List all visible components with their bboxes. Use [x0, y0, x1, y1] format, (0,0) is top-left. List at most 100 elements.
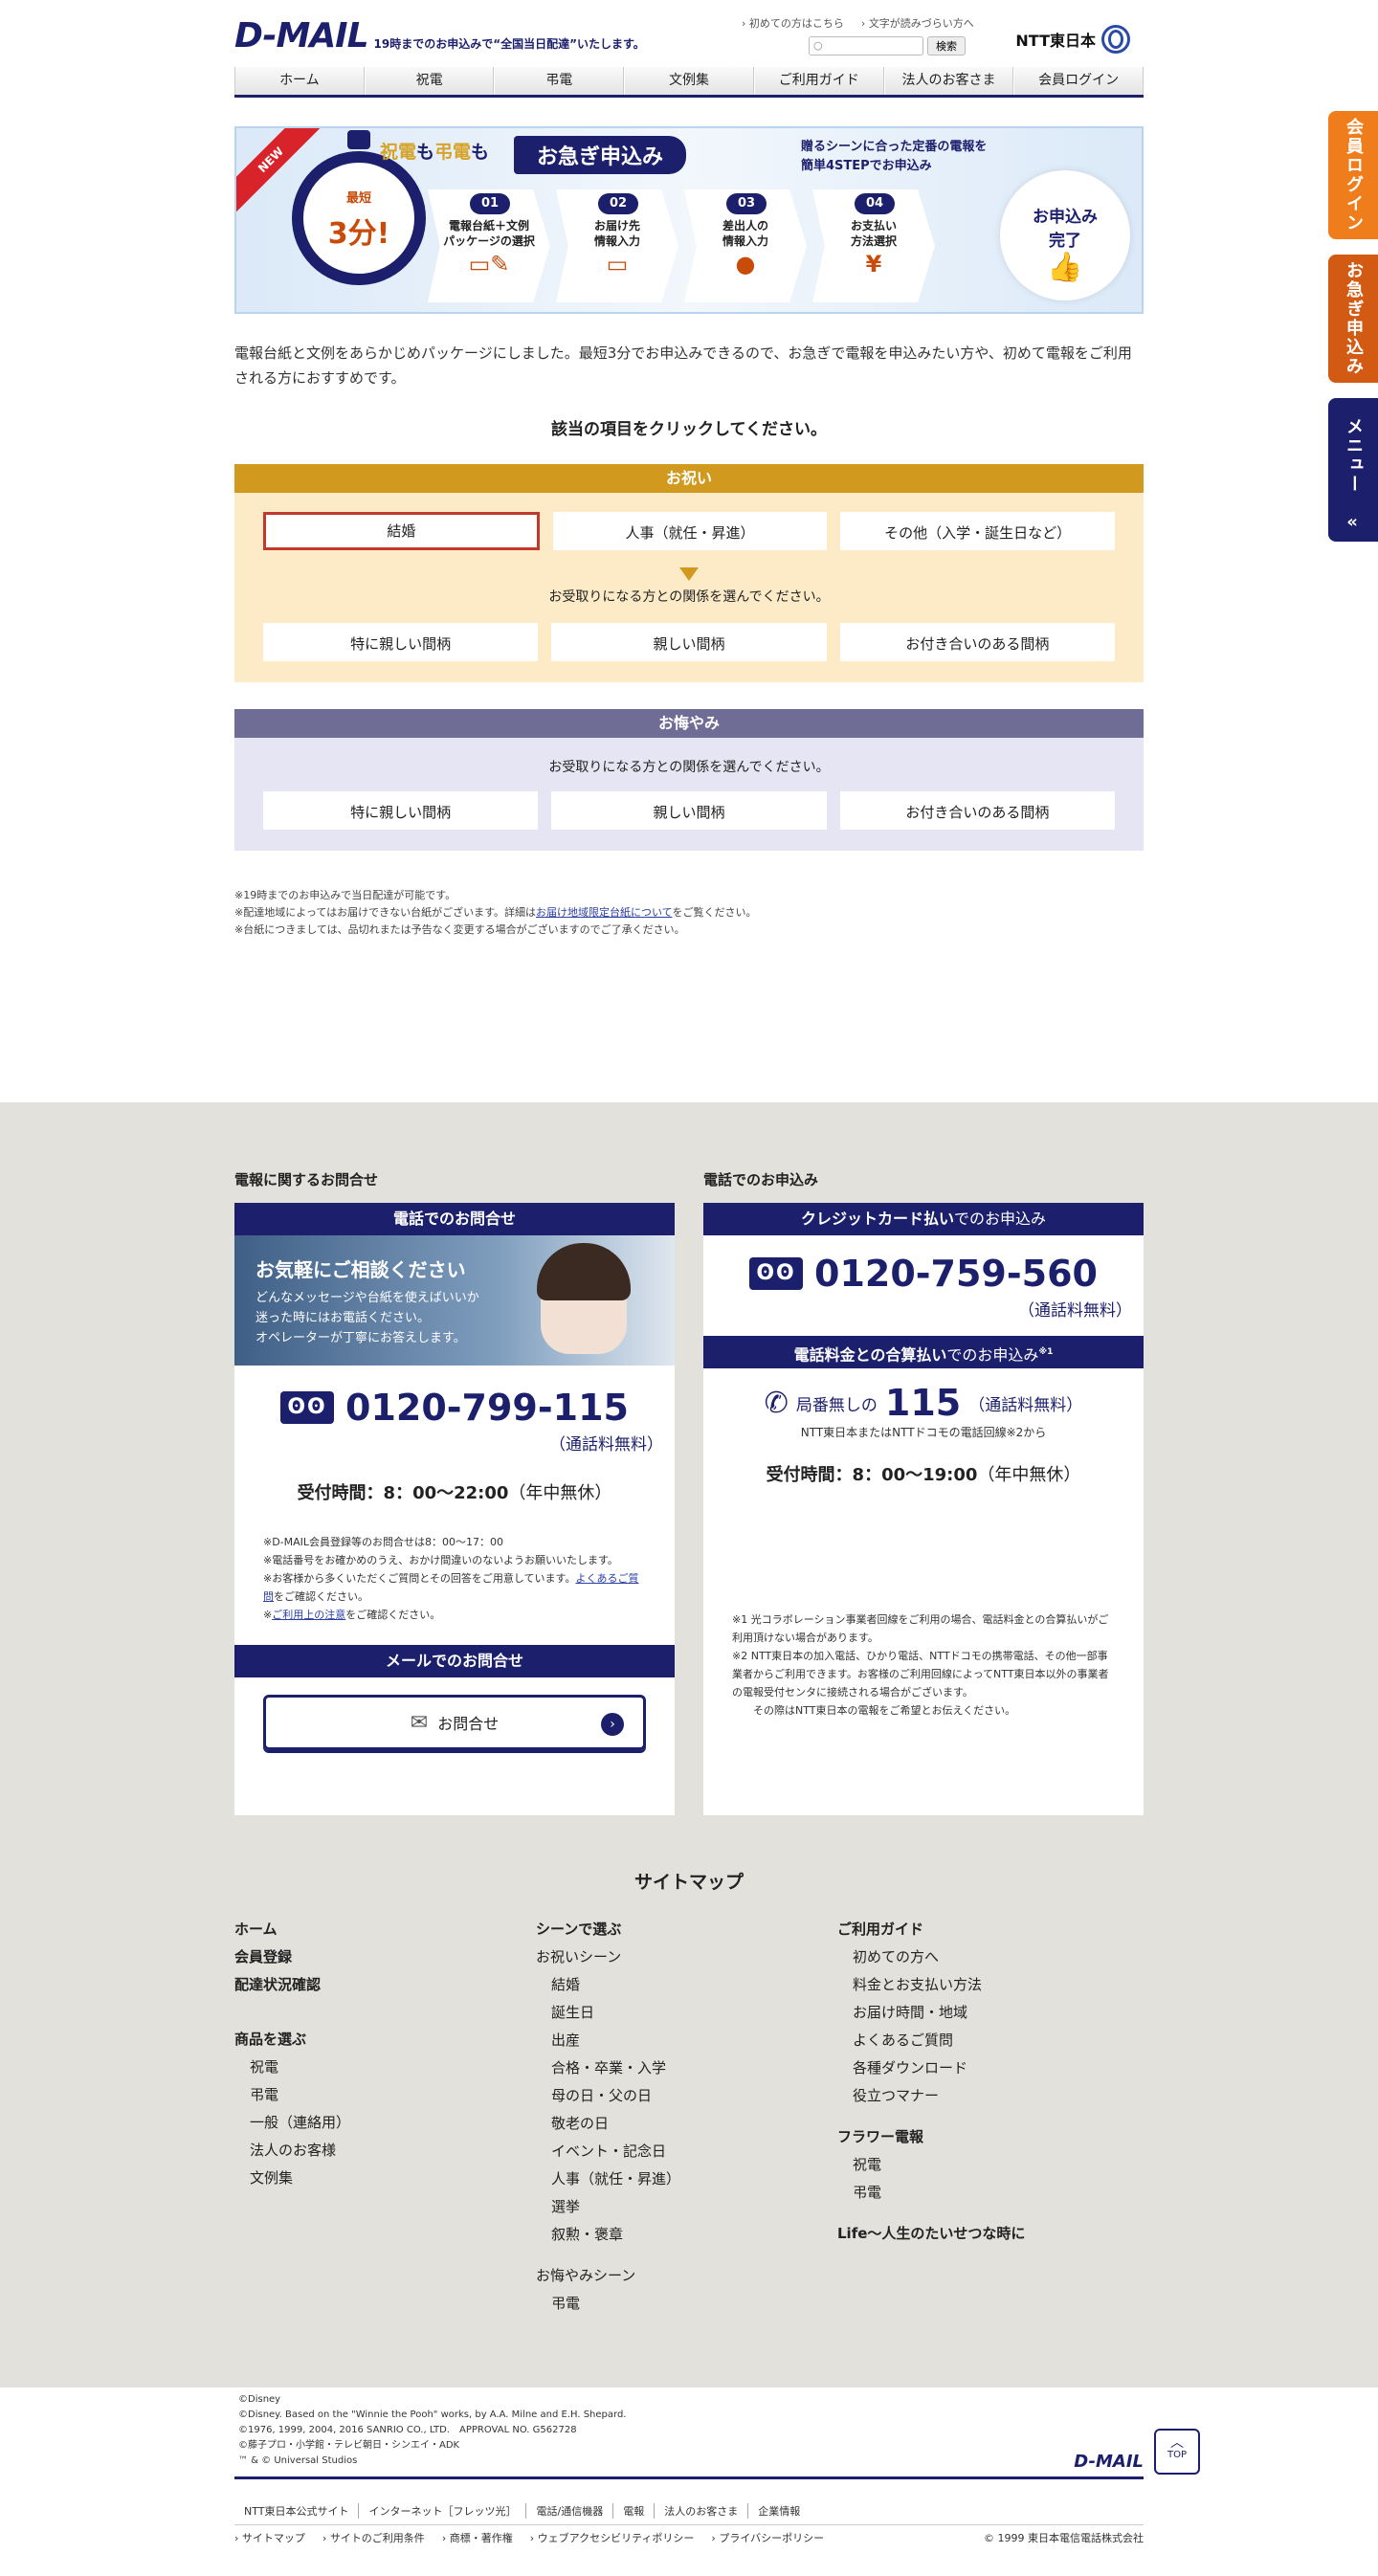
- sitemap-link[interactable]: 役立つマナー: [837, 2082, 1139, 2110]
- sitemap-link[interactable]: よくあるご質問: [837, 2027, 1139, 2054]
- first-time-link[interactable]: 初めての方はこちら: [742, 15, 844, 31]
- footer-link[interactable]: インターネット［フレッツ光］: [359, 2503, 527, 2519]
- readability-link[interactable]: 文字が読みづらい方へ: [861, 15, 974, 31]
- footer-rule: [234, 2476, 1144, 2479]
- sitemap-link[interactable]: 料金とお支払い方法: [837, 1971, 1139, 1999]
- phone-115[interactable]: 115: [885, 1382, 961, 1424]
- sitemap-celebration-scenes[interactable]: お祝いシーン: [536, 1943, 837, 1971]
- footer-link[interactable]: サイトマップ: [234, 2530, 305, 2545]
- footer-logo[interactable]: D-MAIL: [1074, 2452, 1144, 2472]
- sitemap-life[interactable]: Life〜人生のたいせつな時に: [837, 2220, 1139, 2248]
- relation-close[interactable]: 親しい間柄: [551, 623, 827, 661]
- sitemap-scenes[interactable]: シーンで選ぶ: [536, 1916, 837, 1943]
- sitemap-link[interactable]: お届け時間・地域: [837, 1999, 1139, 2027]
- sitemap-link[interactable]: イベント・記念日: [536, 2138, 837, 2165]
- footer-link[interactable]: サイトのご利用条件: [322, 2530, 425, 2545]
- sitemap-link[interactable]: 母の日・父の日: [536, 2082, 837, 2110]
- credit-card-heading: クレジットカード払いでのお申込み: [703, 1203, 1144, 1235]
- sitemap-link[interactable]: 祝電: [234, 2054, 536, 2081]
- nav-congratulation[interactable]: 祝電: [364, 67, 495, 95]
- option-promotion[interactable]: 人事（就任・昇進）: [552, 512, 828, 550]
- sitemap-link[interactable]: 文例集: [234, 2165, 536, 2192]
- sitemap-link[interactable]: 合格・卒業・入学: [536, 2054, 837, 2082]
- back-to-top-button[interactable]: ︿ TOP: [1154, 2429, 1200, 2475]
- logo-tagline: 19時までのお申込みで“全国当日配達”いたします。: [373, 37, 645, 51]
- footer-link[interactable]: NTT東日本公式サイト: [234, 2503, 360, 2519]
- sitemap-link[interactable]: 弔電: [536, 2290, 837, 2318]
- sitemap-guide[interactable]: ご利用ガイド: [837, 1916, 1139, 1943]
- footer-link[interactable]: 法人のお客さま: [655, 2503, 749, 2519]
- person-icon: ●: [735, 251, 756, 278]
- nav-condolence[interactable]: 弔電: [494, 67, 625, 95]
- condolence-relations: 特に親しい間柄 親しい間柄 お付き合いのある間柄: [263, 791, 1115, 830]
- inquiry-panel: 電話でのお問合せ お気軽にご相談ください どんなメッセージや台紙を使えばいいか …: [234, 1203, 675, 1815]
- sitemap-register[interactable]: 会員登録: [234, 1943, 536, 1971]
- relation-prompt: お受取りになる方との関係を選んでください。: [548, 589, 830, 605]
- footer-link[interactable]: ウェブアクセシビリティポリシー: [530, 2530, 695, 2545]
- sitemap-link[interactable]: 祝電: [837, 2151, 1139, 2179]
- nav-member-login[interactable]: 会員ログイン: [1013, 67, 1145, 95]
- dmail-logo[interactable]: D-MAIL 19時までのお申込みで“全国当日配達”いたします。: [234, 17, 645, 56]
- note-1: ※19時までのお申込みで当日配達が可能です。: [234, 889, 456, 901]
- footer-link[interactable]: 商標・著作権: [442, 2530, 513, 2545]
- footer-link[interactable]: 企業情報: [748, 2503, 810, 2519]
- step-2: 02 お届け先 情報入力 ▭: [556, 189, 678, 302]
- credit-order-number[interactable]: 0120-759-560: [814, 1253, 1098, 1295]
- freedial-icon: ʘʘ: [280, 1391, 335, 1424]
- footer-link[interactable]: 電話/通信機器: [526, 2503, 614, 2519]
- corporate-links: NTT東日本公式サイト インターネット［フレッツ光］ 電話/通信機器 電報 法人…: [234, 2503, 1144, 2525]
- operator-photo: お気軽にご相談ください どんなメッセージや台紙を使えばいいか 迷った時にはお電話…: [234, 1235, 675, 1366]
- footer-link[interactable]: プライバシーポリシー: [711, 2530, 824, 2545]
- mail-inquiry-button[interactable]: ✉ お問合せ ›: [263, 1695, 646, 1750]
- copyright-notices: ©Disney ©Disney. Based on the "Winnie th…: [238, 2394, 627, 2466]
- sitemap-condolence-scenes[interactable]: お悔やみシーン: [536, 2262, 837, 2290]
- relation-very-close[interactable]: 特に親しい間柄: [263, 623, 539, 661]
- sitemap-link[interactable]: 一般（連絡用）: [234, 2109, 536, 2137]
- side-quick-order[interactable]: お急ぎ申込み: [1328, 255, 1378, 383]
- complete-badge: お申込み 完了 👍: [1000, 170, 1130, 300]
- option-other[interactable]: その他（入学・誕生日など）: [840, 512, 1116, 550]
- sitemap-link[interactable]: 誕生日: [536, 1999, 837, 2027]
- sitemap-link[interactable]: 初めての方へ: [837, 1943, 1139, 1971]
- relation-acquaintance[interactable]: お付き合いのある間柄: [839, 623, 1115, 661]
- sitemap-link[interactable]: 敬老の日: [536, 2110, 837, 2138]
- usage-notes-link[interactable]: ご利用上の注意: [272, 1609, 345, 1621]
- phone-bill-heading: 電話料金との合算払いでのお申込み※1: [703, 1336, 1144, 1368]
- phone-handset-icon: ✆: [764, 1386, 789, 1420]
- sitemap-flower[interactable]: フラワー電報: [837, 2123, 1139, 2151]
- sitemap-home[interactable]: ホーム: [234, 1916, 536, 1943]
- region-limited-link[interactable]: お届け地域限定台紙について: [536, 906, 672, 919]
- chevron-up-icon: ︿: [1170, 2435, 1184, 2451]
- relation-acquaintance[interactable]: お付き合いのある間柄: [839, 791, 1115, 830]
- nav-corporate[interactable]: 法人のお客さま: [883, 67, 1014, 95]
- nav-guide[interactable]: ご利用ガイド: [753, 67, 884, 95]
- inquiry-number[interactable]: 0120-799-115: [345, 1387, 629, 1429]
- footer-link[interactable]: 電報: [613, 2503, 656, 2519]
- search-button[interactable]: 検索: [927, 36, 966, 56]
- relation-close[interactable]: 親しい間柄: [551, 791, 827, 830]
- sitemap-link[interactable]: 弔電: [837, 2179, 1139, 2207]
- sitemap-link[interactable]: 叙勲・褒章: [536, 2221, 837, 2249]
- sitemap-link[interactable]: 選挙: [536, 2193, 837, 2221]
- sitemap-link[interactable]: 法人のお客様: [234, 2137, 536, 2165]
- thumbs-up-icon: 👍: [1047, 251, 1083, 284]
- quick-order-banner: NEW 最短 3分! 祝電も弔電も お急ぎ申込み 贈るシーンに合った定番の電報を…: [234, 126, 1144, 314]
- sitemap-link[interactable]: 人事（就任・昇進）: [536, 2165, 837, 2193]
- search-input[interactable]: [809, 36, 923, 56]
- nav-examples[interactable]: 文例集: [624, 67, 754, 95]
- sitemap-link[interactable]: 各種ダウンロード: [837, 2054, 1139, 2082]
- side-member-login[interactable]: 会員ログイン: [1328, 111, 1378, 239]
- sitemap-link[interactable]: 出産: [536, 2027, 837, 2054]
- sitemap-link[interactable]: 結婚: [536, 1971, 837, 1999]
- side-menu[interactable]: メニュー «: [1328, 398, 1378, 542]
- inquiry-phone: ʘʘ 0120-799-115 （通話料無料）: [234, 1387, 675, 1455]
- yen-wallet-icon: ¥: [865, 251, 882, 278]
- nav-home[interactable]: ホーム: [234, 67, 365, 95]
- card-pen-icon: ▭✎: [468, 251, 510, 278]
- relation-very-close[interactable]: 特に親しい間柄: [263, 791, 539, 830]
- ntt-east-logo[interactable]: NTT東日本: [1015, 25, 1130, 54]
- option-wedding[interactable]: 結婚: [263, 512, 540, 550]
- sitemap-delivery-status[interactable]: 配達状況確認: [234, 1971, 536, 1999]
- sitemap-products[interactable]: 商品を選ぶ: [234, 2026, 536, 2054]
- sitemap-link[interactable]: 弔電: [234, 2081, 536, 2109]
